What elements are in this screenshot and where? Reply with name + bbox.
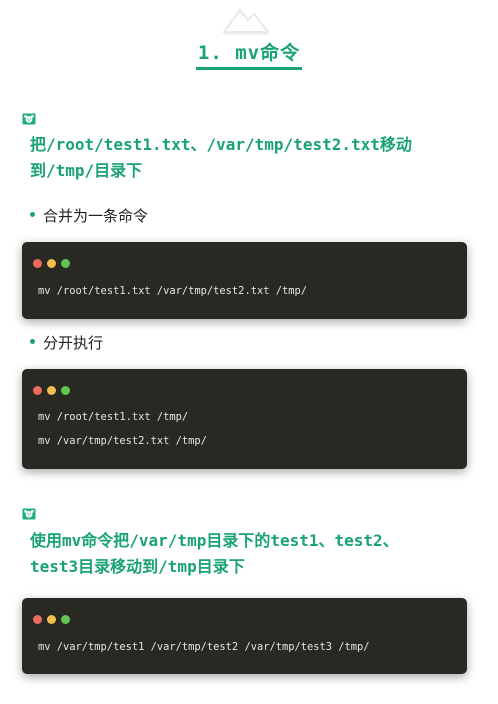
question-1-title-line-2: 到/tmp/目录下 (30, 161, 143, 180)
question-1-title: 把/root/test1.txt、/var/tmp/test2.txt移动 到/… (30, 132, 460, 184)
question-2-title: 使用mv命令把/var/tmp目录下的test1、test2、 test3目录移… (30, 528, 470, 580)
bullet-item: 分开执行 (30, 333, 103, 353)
window-controls (33, 253, 75, 268)
close-dot-icon (33, 259, 42, 268)
question-1-title-line-1: 把/root/test1.txt、/var/tmp/test2.txt移动 (30, 135, 412, 154)
close-dot-icon (33, 615, 42, 624)
bullet-dot-icon (30, 339, 35, 344)
bullet-text: 合并为一条命令 (43, 207, 149, 225)
section-heading: 1. mv命令 (0, 38, 498, 70)
minimize-dot-icon (47, 615, 56, 624)
question-2-title-line-1: 使用mv命令把/var/tmp目录下的test1、test2、 (30, 531, 399, 550)
code-block: mv /var/tmp/test1 /var/tmp/test2 /var/tm… (22, 598, 467, 674)
code-block: mv /root/test1.txt /tmp/ mv /var/tmp/tes… (22, 369, 467, 469)
face-icon (22, 113, 36, 125)
code-block: mv /root/test1.txt /var/tmp/test2.txt /t… (22, 242, 467, 319)
bullet-dot-icon (30, 212, 35, 217)
code-line: mv /root/test1.txt /tmp/ (38, 411, 189, 423)
maximize-dot-icon (61, 259, 70, 268)
bullet-item: 合并为一条命令 (30, 206, 148, 226)
minimize-dot-icon (47, 386, 56, 395)
bullet-text: 分开执行 (43, 334, 104, 352)
code-line: mv /root/test1.txt /var/tmp/test2.txt /t… (38, 285, 307, 297)
minimize-dot-icon (47, 259, 56, 268)
close-dot-icon (33, 386, 42, 395)
window-controls (33, 609, 75, 624)
window-controls (33, 380, 75, 395)
question-2-title-line-2: test3目录移动到/tmp目录下 (30, 557, 245, 576)
section-title: 1. mv命令 (195, 38, 303, 70)
maximize-dot-icon (61, 615, 70, 624)
maximize-dot-icon (61, 386, 70, 395)
mountain-logo-icon (222, 8, 271, 35)
code-line: mv /var/tmp/test1 /var/tmp/test2 /var/tm… (38, 641, 370, 653)
face-icon (22, 508, 36, 520)
code-line: mv /var/tmp/test2.txt /tmp/ (38, 435, 207, 447)
